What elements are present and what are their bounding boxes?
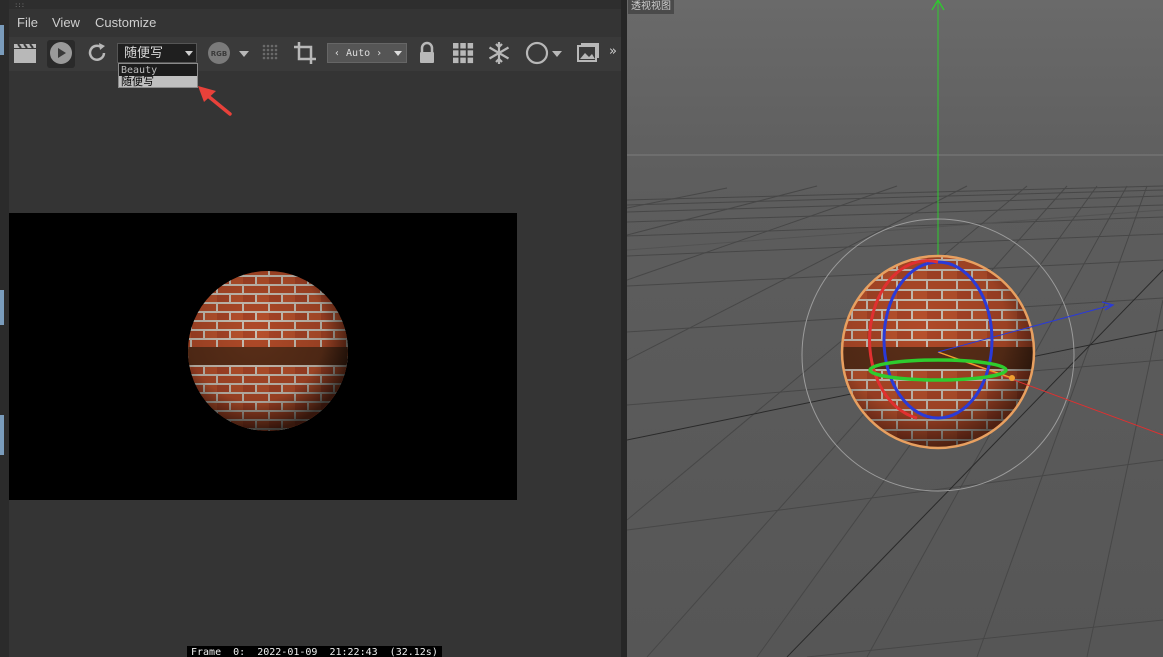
menubar: File View Customize bbox=[9, 9, 621, 37]
left-strip-marker bbox=[0, 25, 4, 55]
grid-dots-icon[interactable] bbox=[257, 40, 285, 68]
render-toolbar: 随便写 RGB ‹ Auto › » bbox=[9, 37, 621, 71]
render-view-panel: ::: File View Customize 随便写 RGB ‹ Auto ›… bbox=[9, 0, 621, 657]
chevron-down-icon bbox=[394, 51, 402, 56]
more-icon[interactable]: » bbox=[609, 44, 617, 59]
refresh-icon[interactable] bbox=[83, 40, 111, 68]
rendered-image bbox=[9, 213, 517, 500]
chevron-down-icon[interactable] bbox=[239, 51, 249, 57]
menu-view[interactable]: View bbox=[52, 15, 80, 30]
axis-handle-dot[interactable] bbox=[1009, 375, 1015, 381]
play-icon[interactable] bbox=[47, 40, 75, 68]
render-pass-select[interactable]: 随便写 bbox=[117, 43, 197, 63]
left-panel-strip bbox=[0, 0, 9, 657]
snowflake-icon[interactable] bbox=[485, 40, 513, 68]
brick-sphere-object[interactable] bbox=[837, 250, 1047, 460]
circle-icon[interactable] bbox=[523, 40, 551, 68]
menu-file[interactable]: File bbox=[17, 15, 38, 30]
render-pass-select-value: 随便写 bbox=[124, 46, 164, 61]
menu-customize[interactable]: Customize bbox=[95, 15, 156, 30]
render-status-bar: Frame 0: 2022-01-09 21:22:43 (32.12s) bbox=[187, 646, 442, 657]
perspective-viewport[interactable]: 透视视图 bbox=[627, 0, 1163, 657]
clapper-icon[interactable] bbox=[11, 40, 39, 68]
panel-grip[interactable]: ::: bbox=[9, 0, 621, 9]
viewport-title[interactable]: 透视视图 bbox=[628, 0, 674, 14]
chevron-down-icon bbox=[185, 51, 193, 56]
crop-icon[interactable] bbox=[291, 40, 319, 68]
left-strip-marker bbox=[0, 415, 4, 455]
chevron-down-icon[interactable] bbox=[552, 51, 562, 57]
zoom-select[interactable]: ‹ Auto › bbox=[327, 43, 407, 63]
rgb-icon[interactable]: RGB bbox=[205, 40, 233, 68]
image-icon[interactable] bbox=[574, 40, 602, 68]
render-pass-dropdown: Beauty 随便写 bbox=[118, 63, 198, 88]
dropdown-option-custom[interactable]: 随便写 bbox=[119, 76, 197, 87]
zoom-select-value: ‹ Auto › bbox=[334, 48, 383, 59]
brick-sphere bbox=[188, 271, 348, 431]
left-strip-marker bbox=[0, 290, 4, 325]
rgb-label: RGB bbox=[211, 50, 227, 58]
grid-icon[interactable] bbox=[449, 40, 477, 68]
lock-icon[interactable] bbox=[413, 40, 441, 68]
annotation-arrow bbox=[198, 86, 232, 116]
